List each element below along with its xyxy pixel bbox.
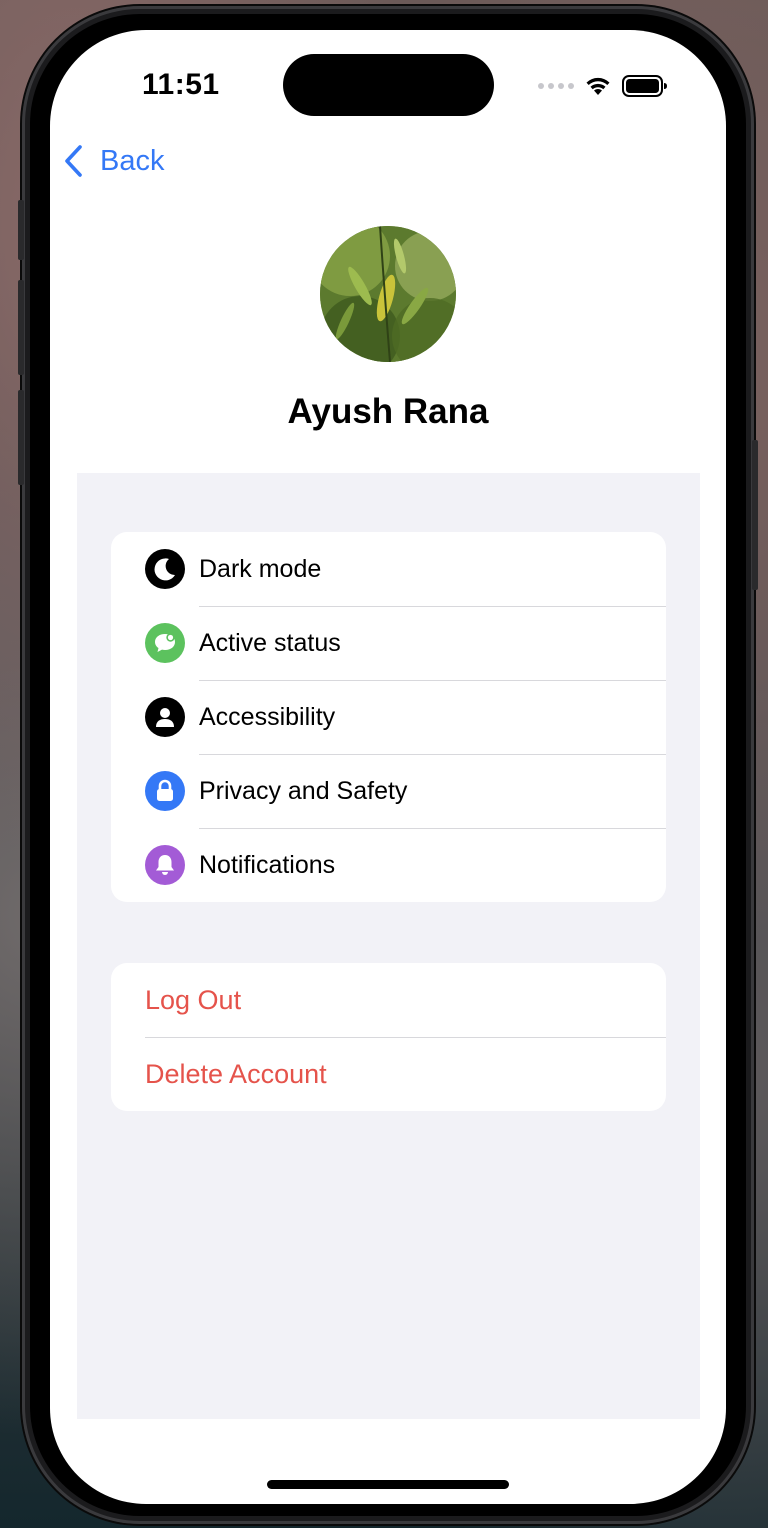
profile-name: Ayush Rana bbox=[287, 392, 489, 431]
avatar[interactable] bbox=[320, 226, 456, 362]
wifi-icon bbox=[586, 77, 610, 95]
status-time: 11:51 bbox=[142, 68, 220, 101]
chevron-left-icon bbox=[65, 145, 82, 177]
settings-item-privacy[interactable]: Privacy and Safety bbox=[111, 754, 666, 828]
settings-item-label: Active status bbox=[199, 628, 341, 657]
back-label: Back bbox=[100, 144, 165, 177]
home-indicator[interactable] bbox=[267, 1480, 509, 1489]
settings-item-active-status[interactable]: Active status bbox=[111, 606, 666, 680]
settings-item-label: Dark mode bbox=[199, 554, 322, 583]
account-actions-group: Log Out Delete Account bbox=[111, 963, 666, 1111]
action-button bbox=[18, 200, 24, 260]
settings-item-dark-mode[interactable]: Dark mode bbox=[111, 532, 666, 606]
power-button bbox=[752, 440, 758, 590]
chat-bubble-icon bbox=[145, 623, 185, 663]
logout-label: Log Out bbox=[145, 984, 242, 1015]
moon-icon bbox=[145, 549, 185, 589]
volume-up-button bbox=[18, 280, 24, 375]
settings-item-notifications[interactable]: Notifications bbox=[111, 828, 666, 902]
settings-content: Dark mode Active status Accessibility Pr… bbox=[77, 473, 700, 1419]
screen: 11:51 Back Ayush Rana Dark mode Active s… bbox=[50, 30, 726, 1504]
bell-icon bbox=[145, 845, 185, 885]
settings-item-label: Notifications bbox=[199, 850, 336, 879]
lock-icon bbox=[145, 771, 185, 811]
settings-item-label: Accessibility bbox=[199, 702, 336, 731]
settings-item-label: Privacy and Safety bbox=[199, 776, 408, 805]
battery-icon bbox=[622, 75, 667, 97]
delete-account-label: Delete Account bbox=[145, 1058, 327, 1089]
logout-button[interactable]: Log Out bbox=[111, 963, 666, 1037]
dynamic-island bbox=[283, 54, 494, 116]
volume-down-button bbox=[18, 390, 24, 485]
settings-item-accessibility[interactable]: Accessibility bbox=[111, 680, 666, 754]
status-icons bbox=[538, 74, 668, 98]
delete-account-button[interactable]: Delete Account bbox=[111, 1037, 666, 1111]
person-icon bbox=[145, 697, 185, 737]
signal-dots-icon bbox=[538, 83, 574, 89]
settings-group: Dark mode Active status Accessibility Pr… bbox=[111, 532, 666, 902]
back-button[interactable]: Back bbox=[64, 144, 164, 178]
avatar-photo bbox=[320, 226, 456, 362]
